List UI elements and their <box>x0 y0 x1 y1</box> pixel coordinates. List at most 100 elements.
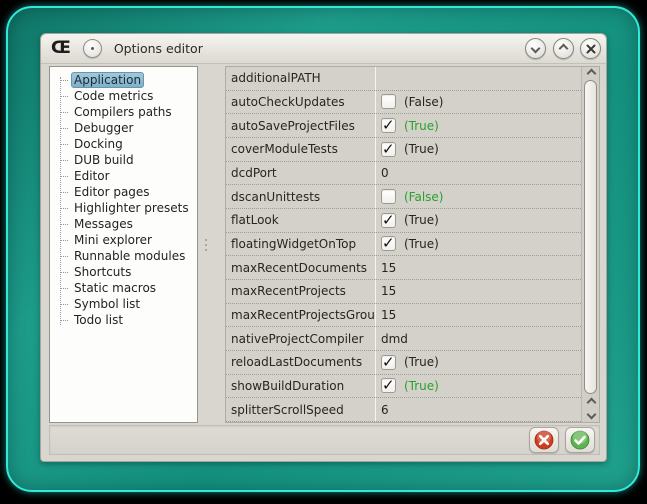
property-name[interactable]: autoCheckUpdates <box>226 95 375 109</box>
sidebar-item-messages[interactable]: Messages <box>50 216 197 232</box>
property-name[interactable]: maxRecentDocuments <box>226 261 375 275</box>
sidebar-item-mini-explorer[interactable]: Mini explorer <box>50 232 197 248</box>
tree-branch <box>60 80 68 81</box>
property-value[interactable]: (False) <box>375 91 581 114</box>
checkbox[interactable] <box>381 142 396 157</box>
sidebar-item-docking[interactable]: Docking <box>50 136 197 152</box>
property-name[interactable]: splitterScrollSpeed <box>226 403 375 417</box>
property-name[interactable]: nativeProjectCompiler <box>226 332 375 346</box>
categories-tree[interactable]: Application Code metrics Compilers paths… <box>49 66 198 423</box>
table-row: additionalPATH <box>226 67 581 91</box>
property-name[interactable]: maxRecentProjectsGrou <box>226 308 375 322</box>
property-value[interactable]: (False) <box>375 185 581 208</box>
scrollbar-thumb[interactable] <box>584 80 597 394</box>
chevron-up-icon <box>559 44 569 54</box>
sidebar-item-compilers-paths[interactable]: Compilers paths <box>50 104 197 120</box>
property-name[interactable]: dscanUnittests <box>226 190 375 204</box>
property-name[interactable]: reloadLastDocuments <box>226 355 375 369</box>
property-value[interactable] <box>375 67 581 90</box>
property-value[interactable]: (True) <box>375 209 581 232</box>
sidebar-item-dub-build[interactable]: DUB build <box>50 152 197 168</box>
checkbox[interactable] <box>381 94 396 109</box>
table-row: splitterScrollSpeed 6 <box>226 398 581 422</box>
checkbox[interactable] <box>381 236 396 251</box>
table-row: showBuildDuration (True) <box>226 375 581 399</box>
options-editor-window: Œ Options editor Application Code metric… <box>40 33 607 462</box>
property-name[interactable]: additionalPATH <box>226 71 375 85</box>
chevron-up-icon <box>586 69 596 79</box>
app-icon: Œ <box>51 40 71 57</box>
property-value[interactable]: 15 <box>375 256 581 279</box>
table-row: nativeProjectCompiler dmd <box>226 327 581 351</box>
sidebar-item-runnable-modules[interactable]: Runnable modules <box>50 248 197 264</box>
tree-branch <box>60 256 68 257</box>
table-row: dscanUnittests (False) <box>226 185 581 209</box>
tree-branch <box>60 240 68 241</box>
property-name[interactable]: dcdPort <box>226 166 375 180</box>
window-menu-button[interactable] <box>83 39 102 58</box>
property-name[interactable]: maxRecentProjects <box>226 284 375 298</box>
scroll-down-button[interactable] <box>582 408 600 421</box>
tree-branch <box>60 208 68 209</box>
property-value[interactable]: (True) <box>375 351 581 374</box>
table-row: autoCheckUpdates (False) <box>226 91 581 115</box>
splitter-handle[interactable] <box>204 239 208 251</box>
sidebar-item-symbol-list[interactable]: Symbol list <box>50 296 197 312</box>
tree-branch <box>60 160 68 161</box>
table-row: reloadLastDocuments (True) <box>226 351 581 375</box>
sidebar-item-highlighter-presets[interactable]: Highlighter presets <box>50 200 197 216</box>
checkbox[interactable] <box>381 118 396 133</box>
sidebar-item-code-metrics[interactable]: Code metrics <box>50 88 197 104</box>
sidebar-item-todo-list[interactable]: Todo list <box>50 312 197 328</box>
sidebar-item-static-macros[interactable]: Static macros <box>50 280 197 296</box>
property-name[interactable]: showBuildDuration <box>226 379 375 393</box>
sidebar-item-editor-pages[interactable]: Editor pages <box>50 184 197 200</box>
property-value[interactable]: 0 <box>375 162 581 185</box>
property-value[interactable]: (True) <box>375 114 581 137</box>
property-value[interactable]: (True) <box>375 233 581 256</box>
property-value[interactable]: 6 <box>375 398 581 421</box>
sidebar-item-application[interactable]: Application <box>50 72 197 88</box>
property-name[interactable]: coverModuleTests <box>226 142 375 156</box>
property-value[interactable]: dmd <box>375 327 581 350</box>
checkbox[interactable] <box>381 189 396 204</box>
window-title: Options editor <box>114 41 203 56</box>
unshade-button[interactable] <box>553 38 574 59</box>
tree-branch <box>60 272 68 273</box>
property-value[interactable]: (True) <box>375 138 581 161</box>
cancel-icon <box>534 430 554 450</box>
table-row: autoSaveProjectFiles (True) <box>226 114 581 138</box>
table-row: maxRecentProjectsGrou 15 <box>226 304 581 328</box>
property-grid: additionalPATH autoCheckUpdates (False) … <box>225 66 600 423</box>
tree-branch <box>60 96 68 97</box>
tree-branch <box>60 192 68 193</box>
table-row: dcdPort 0 <box>226 162 581 186</box>
close-button[interactable] <box>580 38 601 59</box>
table-row: floatingWidgetOnTop (True) <box>226 233 581 257</box>
scroll-up-button[interactable] <box>582 67 600 80</box>
sidebar-item-editor[interactable]: Editor <box>50 168 197 184</box>
tree-branch <box>60 304 68 305</box>
checkbox[interactable] <box>381 378 396 393</box>
tree-branch <box>60 112 68 113</box>
property-value[interactable]: 15 <box>375 280 581 303</box>
property-value[interactable]: 15 <box>375 304 581 327</box>
shade-button[interactable] <box>525 38 546 59</box>
checkbox[interactable] <box>381 355 396 370</box>
sidebar-item-debugger[interactable]: Debugger <box>50 120 197 136</box>
chevron-down-icon <box>531 44 541 54</box>
accept-button[interactable] <box>565 427 595 453</box>
property-name[interactable]: autoSaveProjectFiles <box>226 119 375 133</box>
property-name[interactable]: flatLook <box>226 213 375 227</box>
table-row: maxRecentProjects 15 <box>226 280 581 304</box>
checkbox[interactable] <box>381 213 396 228</box>
cancel-button[interactable] <box>529 427 559 453</box>
accept-icon <box>570 430 590 450</box>
chevron-up-icon <box>586 398 596 408</box>
property-name[interactable]: floatingWidgetOnTop <box>226 237 375 251</box>
sidebar-item-shortcuts[interactable]: Shortcuts <box>50 264 197 280</box>
screenshot-stage: Œ Options editor Application Code metric… <box>0 0 647 504</box>
titlebar[interactable]: Œ Options editor <box>41 34 606 64</box>
grid-scrollbar[interactable] <box>581 67 599 422</box>
property-value[interactable]: (True) <box>375 375 581 398</box>
